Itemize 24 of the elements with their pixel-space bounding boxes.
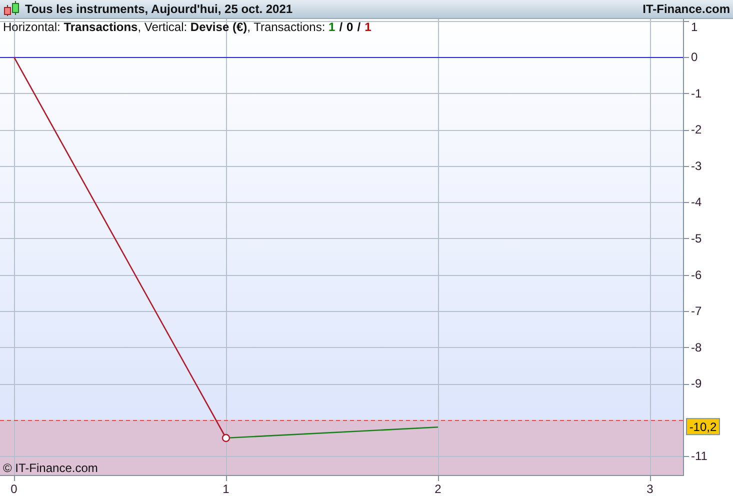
y-axis-label: -7 [691,304,702,318]
brand-name: IT-Finance.com [642,2,730,16]
x-axis-label: 0 [10,482,18,496]
x-axis-label: 3 [646,482,654,496]
x-axis-label: 1 [222,482,230,496]
value-tag: -10,2 [686,418,720,436]
y-axis-label: -4 [691,195,702,210]
y-axis-label: 0 [691,50,698,64]
y-axis-label: -3 [691,158,702,173]
chart-info: Horizontal: Transactions, Vertical: Devise (€), Transactions: 1 / 0 / 1 [3,20,372,34]
copyright-text: © IT-Finance.com [3,461,98,475]
y-axis-label: -5 [691,231,702,246]
y-axis-label: -8 [691,340,702,354]
y-axis-label: 1 [691,20,698,34]
y-axis-label: -6 [691,268,702,282]
candlestick-icon [3,1,21,17]
annotation: -10,2 [689,420,717,434]
x-axis-label: 2 [434,482,442,496]
y-axis-label: -9 [691,376,702,391]
y-axis-label: -2 [691,122,702,137]
point-marker [222,434,230,442]
y-axis-label: -1 [691,86,702,100]
window-title: Tous les instruments, Aujourd'hui, 25 oct. 2021 [25,2,294,16]
y-axis-label: -11 [691,449,708,464]
